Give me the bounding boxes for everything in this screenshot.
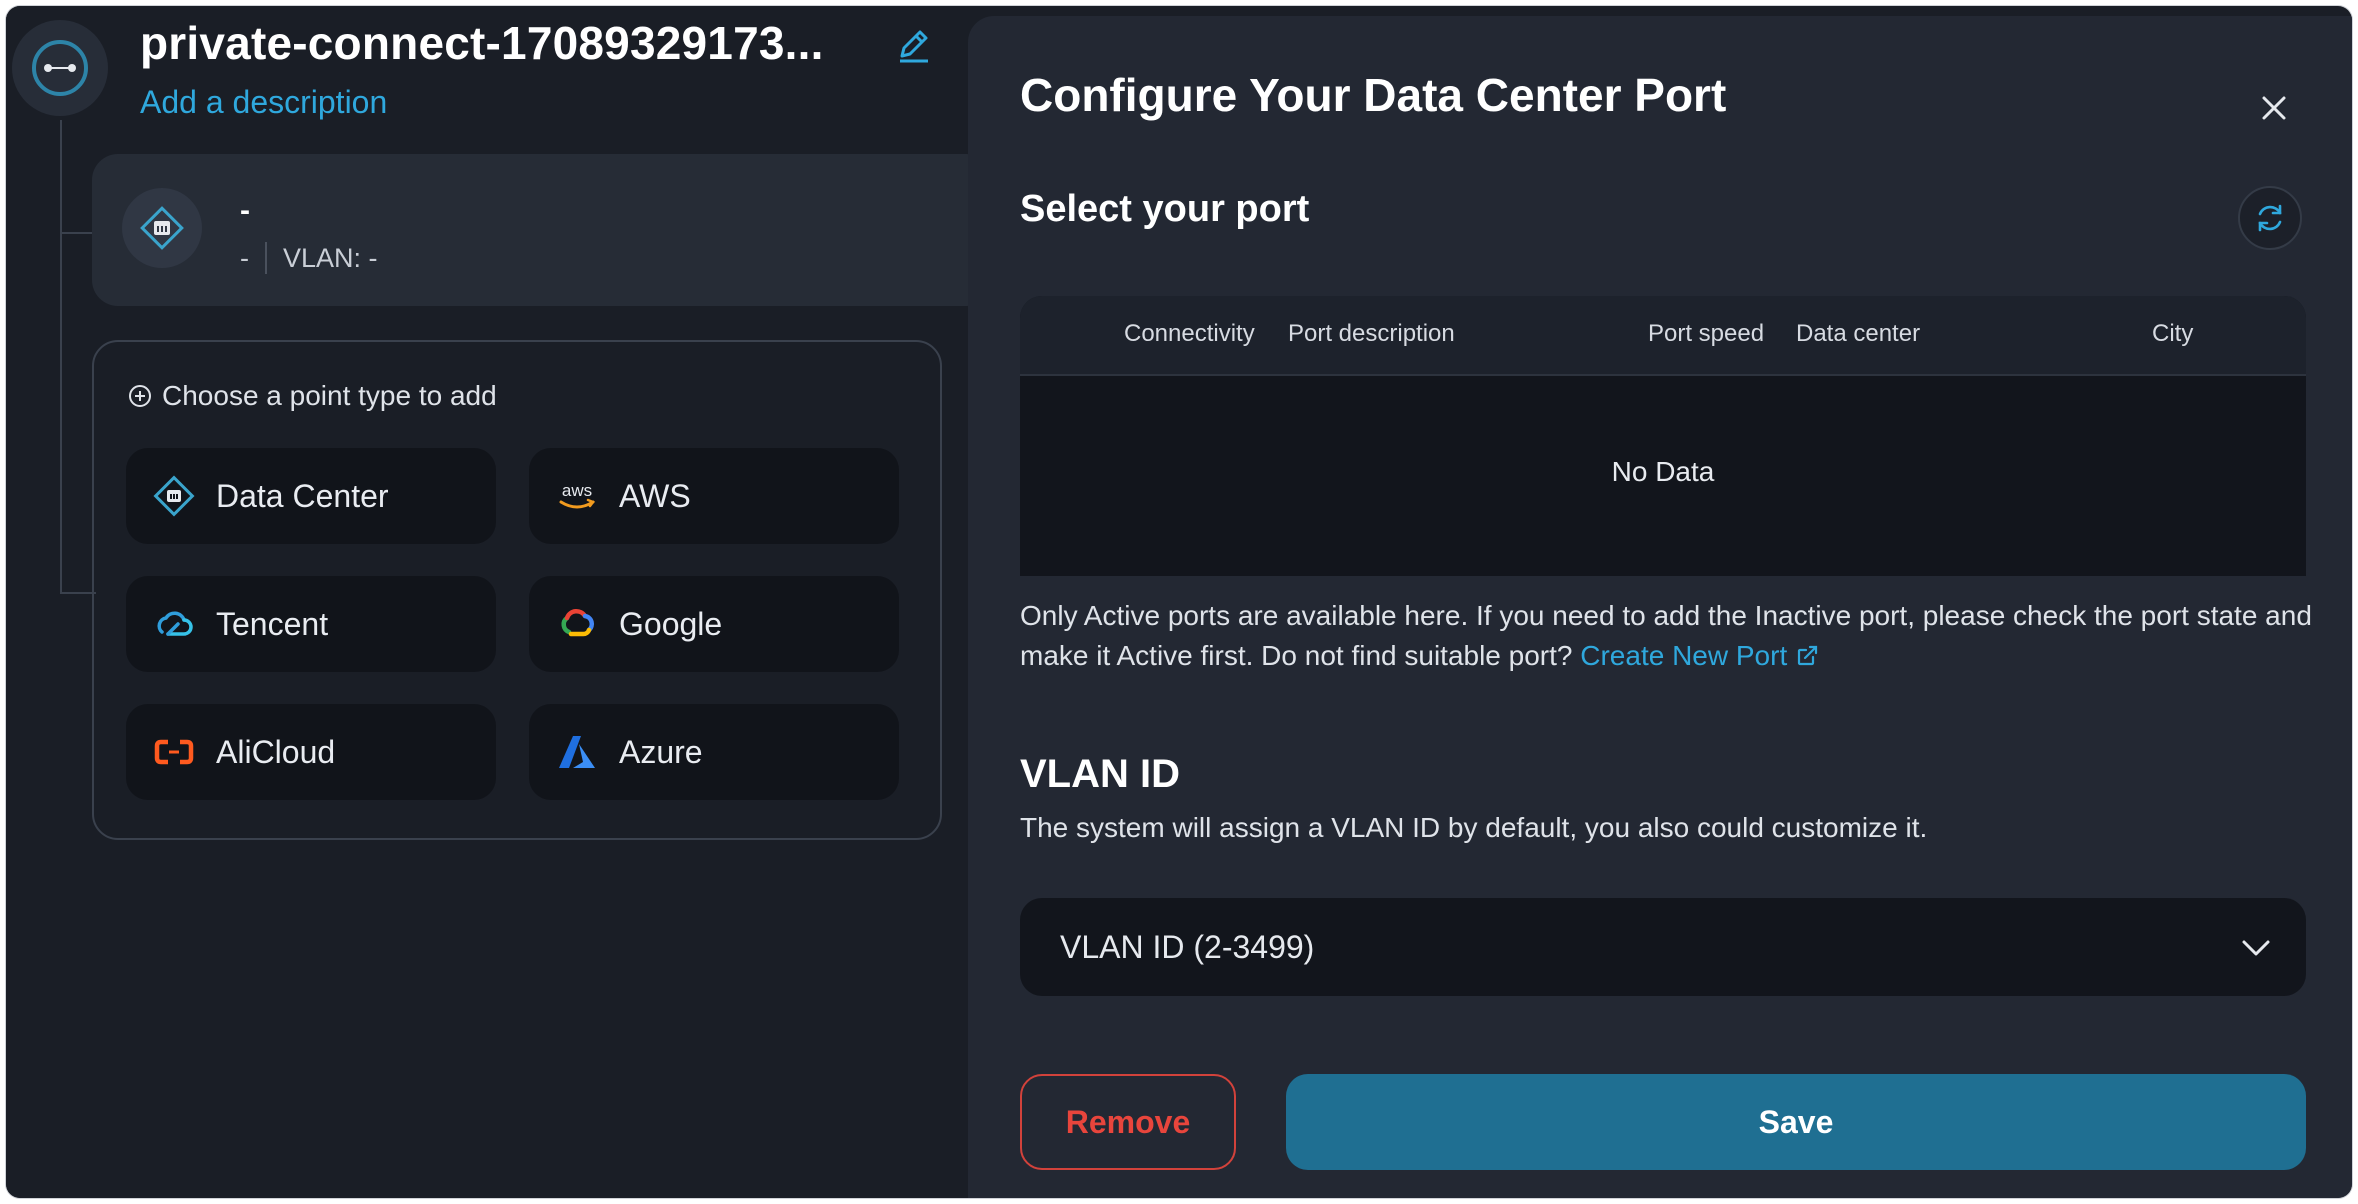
endpoint-card[interactable]: - - VLAN: - — [92, 154, 992, 306]
column-header-connectivity[interactable]: Connectivity — [1124, 320, 1255, 348]
drawer-title: Configure Your Data Center Port — [1020, 69, 1727, 121]
vlan-heading: VLAN ID — [1020, 752, 1180, 796]
chevron-down-icon — [2242, 940, 2270, 956]
tencent-icon — [152, 602, 196, 646]
point-type-google[interactable]: Google — [529, 576, 899, 672]
vlan-description: The system will assign a VLAN ID by defa… — [1020, 812, 1928, 843]
point-type-hint: Choose a point type to add — [128, 380, 497, 412]
create-new-port-link[interactable]: Create New Port — [1580, 640, 1819, 671]
edit-pencil-icon[interactable] — [894, 24, 934, 64]
connection-canvas: private-connect-17089329173... Add a des… — [6, 6, 992, 1198]
divider — [265, 242, 267, 274]
alicloud-icon — [152, 730, 196, 774]
endpoint-name: - — [240, 194, 250, 227]
column-header-data-center[interactable]: Data center — [1796, 320, 1920, 348]
column-header-city[interactable]: City — [2152, 320, 2193, 348]
azure-icon — [555, 730, 599, 774]
point-type-tencent[interactable]: Tencent — [126, 576, 496, 672]
tree-connector — [60, 592, 96, 594]
svg-text:aws: aws — [562, 481, 592, 500]
endpoint-port: - — [240, 242, 249, 273]
close-icon[interactable] — [2252, 86, 2296, 130]
google-icon — [555, 602, 599, 646]
refresh-button[interactable] — [2238, 186, 2302, 250]
port-table: Connectivity Port description Port speed… — [1020, 296, 2306, 576]
data-center-icon — [122, 188, 202, 268]
app-window: private-connect-17089329173... Add a des… — [6, 6, 2352, 1198]
point-type-label: AWS — [619, 477, 691, 514]
endpoint-meta: - VLAN: - — [240, 242, 378, 274]
remove-button[interactable]: Remove — [1020, 1074, 1236, 1170]
point-type-label: AliCloud — [216, 733, 336, 770]
configure-port-drawer: Configure Your Data Center Port Select y… — [968, 16, 2352, 1198]
point-type-alicloud[interactable]: AliCloud — [126, 704, 496, 800]
data-center-icon — [152, 474, 196, 518]
add-description-link[interactable]: Add a description — [140, 84, 387, 121]
tree-connector — [60, 120, 62, 594]
connection-icon — [12, 20, 108, 116]
point-type-label: Data Center — [216, 477, 389, 514]
create-new-port-label: Create New Port — [1580, 640, 1788, 671]
refresh-icon — [2258, 204, 2282, 232]
external-link-icon — [1798, 645, 1818, 666]
point-type-data-center[interactable]: Data Center — [126, 448, 496, 544]
column-header-port-description[interactable]: Port description — [1288, 320, 1455, 348]
table-header: Connectivity Port description Port speed… — [1020, 296, 2306, 376]
table-empty-state: No Data — [1611, 456, 1715, 487]
connection-title: private-connect-17089329173... — [140, 17, 824, 69]
plus-circle-icon — [129, 385, 151, 407]
point-type-aws[interactable]: aws AWS — [529, 448, 899, 544]
point-type-label: Tencent — [216, 605, 329, 642]
endpoint-vlan: VLAN: - — [283, 242, 378, 273]
port-availability-note: Only Active ports are available here. If… — [1020, 596, 2320, 676]
point-type-hint-text: Choose a point type to add — [162, 380, 497, 411]
point-type-azure[interactable]: Azure — [529, 704, 899, 800]
select-port-heading: Select your port — [1020, 188, 1310, 230]
point-type-label: Azure — [619, 733, 703, 770]
point-type-label: Google — [619, 605, 723, 642]
column-header-port-speed[interactable]: Port speed — [1648, 320, 1764, 348]
save-button[interactable]: Save — [1286, 1074, 2306, 1170]
vlan-id-select[interactable]: VLAN ID (2-3499) — [1020, 898, 2306, 996]
aws-icon: aws — [555, 474, 599, 518]
point-type-chooser: Choose a point type to add Data Center a… — [92, 340, 942, 840]
vlan-id-placeholder: VLAN ID (2-3499) — [1060, 928, 1315, 965]
